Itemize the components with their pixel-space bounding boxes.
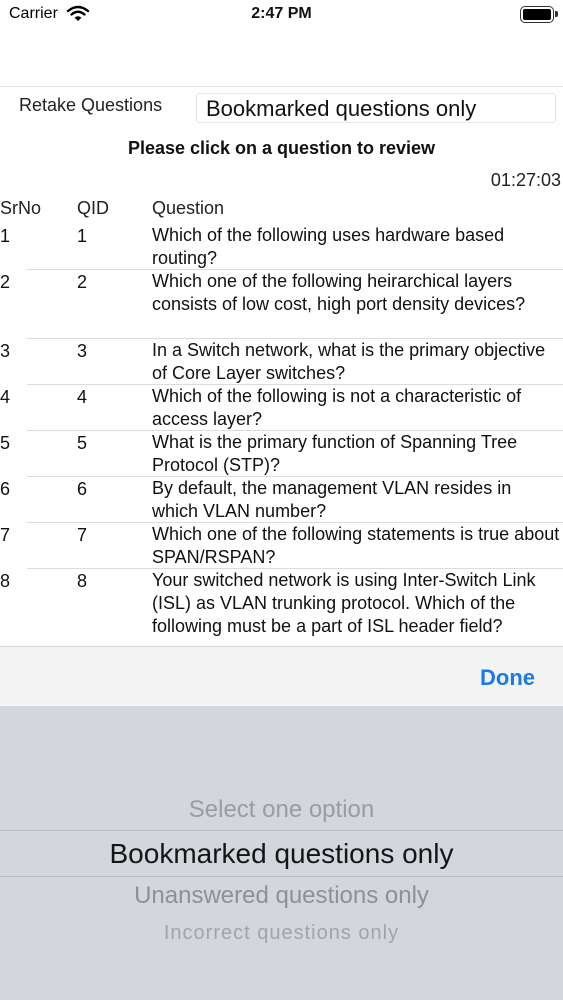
picker-option[interactable]: Incorrect questions only xyxy=(0,922,563,945)
column-header-srno: SrNo xyxy=(0,198,42,218)
srno-cell: 6 xyxy=(0,479,11,499)
srno-cell: 7 xyxy=(0,525,11,545)
srno-cell: 2 xyxy=(0,272,11,292)
picker-option[interactable]: Select one option xyxy=(0,796,563,824)
srno-cell: 8 xyxy=(0,571,11,591)
question-cell: Which of the following uses hardware bas… xyxy=(152,225,505,268)
battery-icon xyxy=(520,6,558,23)
qid-cell: 1 xyxy=(77,226,88,246)
option-picker[interactable]: Select one option Bookmarked questions o… xyxy=(0,706,563,1000)
srno-cell: 4 xyxy=(0,387,11,407)
timer: 01:27:03 xyxy=(490,170,561,190)
retake-questions-label: Retake Questions xyxy=(19,95,163,115)
filter-select-field[interactable]: Bookmarked questions only xyxy=(196,93,556,123)
qid-cell: 3 xyxy=(77,341,88,361)
qid-cell: 2 xyxy=(77,272,88,292)
instruction-text: Please click on a question to review xyxy=(127,138,436,158)
done-button[interactable]: Done xyxy=(480,665,535,691)
selection-bottom-line xyxy=(0,876,563,877)
header-divider xyxy=(0,86,563,87)
qid-cell: 6 xyxy=(77,479,88,499)
question-cell: Which one of the following heirarchical … xyxy=(152,271,526,314)
srno-cell: 3 xyxy=(0,341,11,361)
picker-option-selected[interactable]: Bookmarked questions only xyxy=(0,838,563,870)
selection-top-line xyxy=(0,830,563,831)
question-cell: Which of the following is not a characte… xyxy=(152,386,522,429)
srno-cell: 1 xyxy=(0,226,11,246)
clock: 2:47 PM xyxy=(251,5,312,22)
question-cell: What is the primary function of Spanning… xyxy=(152,432,518,475)
question-cell: Which one of the following statements is… xyxy=(152,524,560,567)
picker-option[interactable]: Unanswered questions only xyxy=(0,882,563,910)
status-bar: Carrier 2:47 PM xyxy=(0,0,563,30)
qid-cell: 8 xyxy=(77,571,88,591)
question-cell: In a Switch network, what is the primary… xyxy=(152,340,546,383)
srno-cell: 5 xyxy=(0,433,11,453)
questions-table: SrNo QID Question 1 1 Which of the follo… xyxy=(0,196,563,646)
qid-cell: 7 xyxy=(77,525,88,545)
column-header-question: Question xyxy=(152,198,225,218)
qid-cell: 5 xyxy=(77,433,88,453)
question-cell: By default, the management VLAN resides … xyxy=(152,478,512,521)
column-header-qid: QID xyxy=(77,198,110,218)
picker-toolbar: Done xyxy=(0,646,563,706)
qid-cell: 4 xyxy=(77,387,88,407)
question-cell: Your switched network is using Inter-Swi… xyxy=(152,570,536,636)
